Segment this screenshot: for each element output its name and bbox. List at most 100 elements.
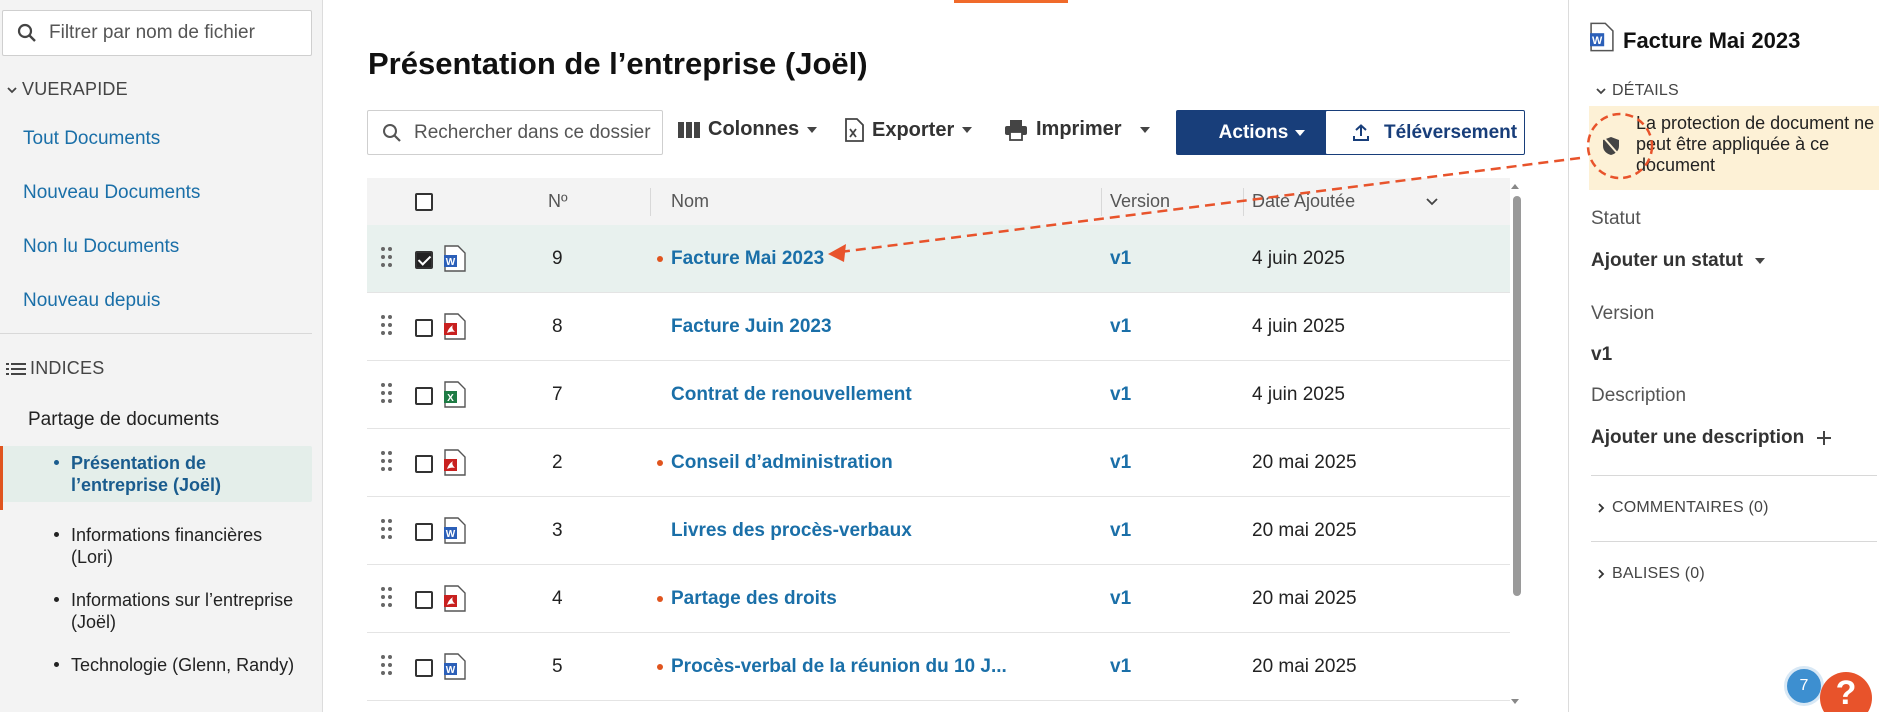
table-row[interactable]: W 3 Livres des procès-verbaux v1 20 mai 2025 [367,497,1510,565]
search-icon [383,123,401,142]
row-checkbox[interactable] [415,591,433,609]
table-row[interactable]: W 9 Facture Mai 2023 v1 4 juin 2025 [367,225,1510,293]
columns-button[interactable]: Colonnes [678,118,818,141]
index-item-technology[interactable]: Technologie (Glenn, Randy) [2,648,312,682]
file-name-link[interactable]: Facture Mai 2023 [671,248,824,270]
top-accent-bar [954,0,1068,3]
header-date[interactable]: Date Ajoutée [1252,191,1355,212]
row-number: 8 [552,316,563,337]
folder-search[interactable] [367,110,663,155]
row-checkbox[interactable] [415,659,433,677]
print-button[interactable]: Imprimer [1004,118,1150,141]
header-name[interactable]: Nom [671,191,709,212]
quick-link-unread[interactable]: Non lu Documents [23,236,179,258]
details-title: Facture Mai 2023 [1623,28,1801,53]
version-link[interactable]: v1 [1110,588,1131,610]
unread-dot-icon [657,460,663,466]
actions-button[interactable]: Actions [1176,110,1348,155]
version-link[interactable]: v1 [1110,248,1131,270]
row-checkbox[interactable] [415,455,433,473]
pdf-file-icon [444,449,466,476]
export-button[interactable]: Exporter [844,118,973,142]
drag-handle-icon[interactable] [381,519,393,539]
status-dropdown[interactable]: Ajouter un statut [1591,250,1765,272]
quick-link-all[interactable]: Tout Documents [23,128,160,150]
quick-link-new-since[interactable]: Nouveau depuis [23,290,160,312]
folder-search-input[interactable] [414,121,654,144]
file-name-link[interactable]: Facture Juin 2023 [671,316,832,338]
version-link[interactable]: v1 [1110,316,1131,338]
filename-filter-input[interactable] [49,22,299,44]
caret-down-icon [807,126,818,133]
select-all-checkbox[interactable] [415,193,433,211]
table-row[interactable]: X 7 Contrat de renouvellement v1 4 juin 2025 [367,361,1510,429]
scrollbar-thumb[interactable] [1513,196,1521,596]
version-link[interactable]: v1 [1110,656,1131,678]
version-value: v1 [1591,344,1613,365]
chevron-down-icon [1596,88,1606,95]
table-row[interactable]: 2 Conseil d’administration v1 20 mai 2025 [367,429,1510,497]
version-link[interactable]: v1 [1110,452,1131,474]
version-link[interactable]: v1 [1110,384,1131,406]
word-file-icon: W [1590,22,1614,52]
index-root[interactable]: Partage de documents [28,409,219,431]
scroll-up-icon[interactable] [1510,182,1520,190]
row-checkbox[interactable] [415,251,433,269]
date-added: 4 juin 2025 [1252,248,1345,269]
drag-handle-icon[interactable] [381,451,393,471]
file-name-link[interactable]: Procès-verbal de la réunion du 10 J... [671,656,1007,678]
unread-dot-icon [657,664,663,670]
row-number: 3 [552,520,563,541]
plus-icon [1817,431,1832,445]
sidebar-divider [0,333,312,334]
unread-dot-icon [657,256,663,262]
row-number: 4 [552,588,563,609]
upload-icon [1353,123,1369,141]
file-name-link[interactable]: Partage des droits [671,588,837,610]
active-indicator [0,446,3,510]
date-added: 20 mai 2025 [1252,520,1357,541]
table-row[interactable]: 8 Facture Juin 2023 v1 4 juin 2025 [367,293,1510,361]
filename-filter[interactable] [2,10,312,56]
search-icon [17,23,36,42]
index-item-presentation[interactable]: Présentation de l’entreprise (Joël) [2,446,312,502]
header-version[interactable]: Version [1110,191,1170,212]
version-link[interactable]: v1 [1110,520,1131,542]
table-row[interactable]: 4 Partage des droits v1 20 mai 2025 [367,565,1510,633]
row-number: 5 [552,656,563,677]
file-name-link[interactable]: Livres des procès-verbaux [671,520,912,542]
details-divider [1591,541,1877,542]
file-name-link[interactable]: Conseil d’administration [671,452,893,474]
quick-view-header[interactable]: VUERAPIDE [6,79,128,100]
pdf-file-icon [444,313,466,340]
tags-section-header[interactable]: BALISES (0) [1595,565,1705,583]
drag-handle-icon[interactable] [381,655,393,675]
file-name-link[interactable]: Contrat de renouvellement [671,384,912,406]
page-title: Présentation de l’entreprise (Joël) [368,46,868,81]
scroll-down-icon[interactable] [1510,698,1520,706]
indices-header[interactable]: INDICES [6,358,104,379]
row-number: 2 [552,452,563,473]
comments-section-header[interactable]: COMMENTAIRES (0) [1595,499,1769,517]
drag-handle-icon[interactable] [381,315,393,335]
table-row[interactable]: W 5 Procès-verbal de la réunion du 10 J...… [367,633,1510,701]
index-item-company-info[interactable]: Informations sur l’entreprise (Joël) [2,583,312,639]
drag-handle-icon[interactable] [381,587,393,607]
header-number[interactable]: Nº [548,191,568,212]
index-item-finance[interactable]: Informations financières (Lori) [2,518,312,574]
quick-link-new[interactable]: Nouveau Documents [23,182,200,204]
row-checkbox[interactable] [415,319,433,337]
table-header: Nº Nom Version Date Ajoutée [367,178,1510,225]
drag-handle-icon[interactable] [381,247,393,267]
row-checkbox[interactable] [415,523,433,541]
row-checkbox[interactable] [415,387,433,405]
details-section-header[interactable]: DÉTAILS [1595,82,1679,100]
status-label: Statut [1591,208,1641,229]
notification-badge[interactable]: 7 [1784,666,1824,706]
drag-handle-icon[interactable] [381,383,393,403]
description-value: Ajouter une description [1591,427,1805,448]
upload-button[interactable]: Téléversement [1325,110,1525,155]
chevron-down-icon[interactable] [1425,196,1439,208]
list-icon [6,362,26,375]
add-description-button[interactable]: Ajouter une description [1591,427,1832,449]
